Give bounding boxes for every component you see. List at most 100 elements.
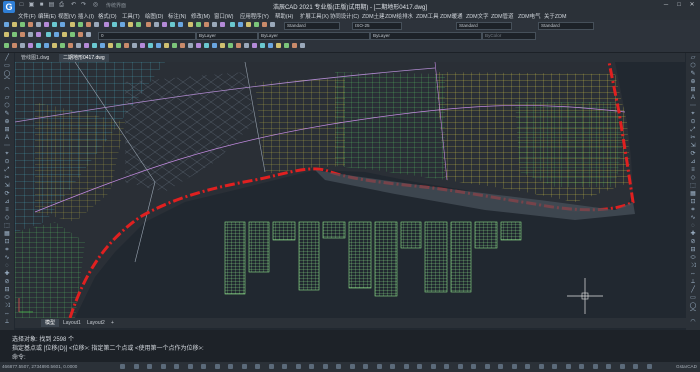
- toolbar-icon-1-5[interactable]: [36, 22, 41, 27]
- toolbar-icon-3-27[interactable]: [212, 43, 217, 48]
- toolbar-icon-3-13[interactable]: [100, 43, 105, 48]
- modify-tool-icon-23[interactable]: ✚: [689, 231, 697, 238]
- toolbar-icon-3-37[interactable]: [292, 43, 297, 48]
- toolbar-icon-1-10[interactable]: [78, 22, 83, 27]
- toolbar-icon-1-18[interactable]: [146, 22, 151, 27]
- toolbar-icon-3-31[interactable]: [244, 43, 249, 48]
- modify-tool-icon-19[interactable]: ⊡: [689, 199, 697, 206]
- toolbar-icon-3-30[interactable]: [236, 43, 241, 48]
- color-select[interactable]: ByLayer: [196, 32, 258, 40]
- menu-item-10[interactable]: 窗口(W): [214, 12, 233, 20]
- toolbar-icon-1-9[interactable]: [70, 22, 75, 27]
- toolbar-icon-3-11[interactable]: [84, 43, 89, 48]
- menu-item-22[interactable]: 关于ZDM: [544, 12, 566, 20]
- status-toggle-32[interactable]: [538, 364, 544, 369]
- toolbar-icon-1-33[interactable]: [270, 22, 275, 27]
- draw-tool-icon-11[interactable]: A: [3, 135, 11, 142]
- multileader-style-select[interactable]: Standard: [538, 22, 594, 30]
- modify-tool-icon-1[interactable]: ▱: [689, 55, 697, 62]
- status-toggle-37[interactable]: [606, 364, 611, 369]
- draw-tool-icon-24[interactable]: ⊡: [3, 239, 11, 246]
- status-toggle-23[interactable]: [417, 364, 422, 369]
- menu-item-5[interactable]: 格式(O): [98, 12, 117, 20]
- toolbar-icon-3-18[interactable]: [140, 43, 145, 48]
- menu-item-4[interactable]: 插入(I): [78, 12, 94, 20]
- drawing-block-3[interactable]: [272, 221, 296, 241]
- command-prompt[interactable]: 命令:: [12, 352, 26, 361]
- draw-tool-icon-26[interactable]: ∿: [3, 255, 11, 262]
- toolbar-icon-1-13[interactable]: [104, 22, 109, 27]
- draw-tool-icon-10[interactable]: ⊞: [3, 127, 11, 134]
- status-toggle-29[interactable]: [498, 364, 503, 369]
- status-toggle-14[interactable]: [295, 364, 301, 369]
- menu-item-15[interactable]: ZDM土建: [362, 12, 384, 20]
- modify-tool-icon-20[interactable]: ⌗: [689, 207, 697, 214]
- toolbar-icon-1-32[interactable]: [262, 22, 267, 27]
- toolbar-icon-2-7[interactable]: [54, 32, 59, 37]
- modify-tool-icon-5[interactable]: ⊞: [689, 87, 697, 94]
- draw-tool-icon-5[interactable]: ◠: [3, 87, 11, 94]
- toolbar-icon-3-6[interactable]: [44, 43, 49, 48]
- menu-item-18[interactable]: ZDM暖通: [440, 12, 462, 20]
- toolbar-icon-1-2[interactable]: [12, 22, 17, 27]
- toolbar-icon-3-33[interactable]: [260, 43, 265, 48]
- modify-tool-icon-34[interactable]: ◠: [689, 319, 697, 326]
- draw-tool-icon-17[interactable]: ⇲: [3, 183, 11, 190]
- draw-tool-icon-18[interactable]: ⟳: [3, 191, 11, 198]
- toolbar-icon-1-1[interactable]: [4, 22, 9, 27]
- modify-tool-icon-15[interactable]: ≡: [689, 167, 697, 174]
- modify-tool-icon-9[interactable]: ⊙: [689, 119, 697, 126]
- drawing-block-7[interactable]: [374, 221, 398, 297]
- toolbar-icon-1-16[interactable]: [128, 22, 133, 27]
- toolbar-icon-3-14[interactable]: [108, 43, 113, 48]
- toolbar-icon-3-26[interactable]: [204, 43, 209, 48]
- drawing-block-12[interactable]: [500, 221, 522, 241]
- menu-item-20[interactable]: ZDM管道: [491, 12, 513, 20]
- menu-item-17[interactable]: ZDM工具: [416, 12, 438, 20]
- toolbar-icon-2-1[interactable]: [4, 32, 9, 37]
- draw-tool-icon-7[interactable]: ⬡: [3, 103, 11, 110]
- draw-tool-icon-22[interactable]: ⬚: [3, 223, 11, 230]
- toolbar-icon-1-29[interactable]: [238, 22, 243, 27]
- draw-tool-icon-12[interactable]: ⋯: [3, 143, 11, 150]
- draw-tool-icon-16[interactable]: ✂: [3, 175, 11, 182]
- draw-tool-icon-31[interactable]: ⬭: [3, 295, 11, 302]
- draw-tool-icon-3[interactable]: ◯: [3, 71, 11, 78]
- modify-tool-icon-27[interactable]: ⤨: [689, 263, 697, 270]
- menu-item-6[interactable]: 工具(T): [122, 12, 140, 20]
- draw-tool-icon-14[interactable]: ⊙: [3, 159, 11, 166]
- table-style-select[interactable]: Standard: [456, 22, 512, 30]
- toolbar-icon-3-36[interactable]: [284, 43, 289, 48]
- draw-tool-icon-20[interactable]: ≡: [3, 207, 11, 214]
- draw-tool-icon-2[interactable]: ▭: [3, 63, 11, 70]
- toolbar-icon-1-28[interactable]: [230, 22, 235, 27]
- toolbar-icon-3-2[interactable]: [12, 43, 17, 48]
- draw-tool-icon-29[interactable]: ⊘: [3, 279, 11, 286]
- modify-tool-icon-8[interactable]: ⌖: [689, 111, 697, 118]
- status-toggle-20[interactable]: [376, 364, 382, 369]
- text-style-select[interactable]: Standard: [284, 22, 340, 30]
- minimize-icon[interactable]: ─: [660, 1, 672, 9]
- toolbar-icon-2-8[interactable]: [62, 32, 67, 37]
- file-tab-active[interactable]: 二期地形0417.dwg: [59, 54, 109, 62]
- menu-item-11[interactable]: 应用程序(Y): [240, 12, 269, 20]
- status-toggle-13[interactable]: [282, 364, 287, 369]
- modify-tool-icon-29[interactable]: ⟂: [689, 279, 697, 286]
- toolbar-icon-1-27[interactable]: [220, 22, 225, 27]
- drawing-block-6[interactable]: [348, 221, 372, 289]
- modify-tool-icon-17[interactable]: ⬚: [689, 183, 697, 190]
- status-toggle-36[interactable]: [592, 364, 598, 369]
- linetype-select[interactable]: ByLayer: [258, 32, 370, 40]
- toolbar-icon-3-34[interactable]: [268, 43, 273, 48]
- toolbar-icon-3-24[interactable]: [188, 43, 193, 48]
- modify-tool-icon-31[interactable]: ▭: [689, 295, 697, 302]
- status-toggle-6[interactable]: [187, 364, 193, 369]
- drawing-canvas[interactable]: [15, 62, 686, 318]
- modify-tool-icon-3[interactable]: ✎: [689, 71, 697, 78]
- menu-item-1[interactable]: 文件(F): [18, 12, 36, 20]
- toolbar-icon-3-22[interactable]: [172, 43, 177, 48]
- toolbar-icon-1-21[interactable]: [170, 22, 175, 27]
- toolbar-icon-3-32[interactable]: [252, 43, 257, 48]
- toolbar-icon-3-1[interactable]: [4, 43, 9, 48]
- draw-tool-icon-30[interactable]: ⊟: [3, 287, 11, 294]
